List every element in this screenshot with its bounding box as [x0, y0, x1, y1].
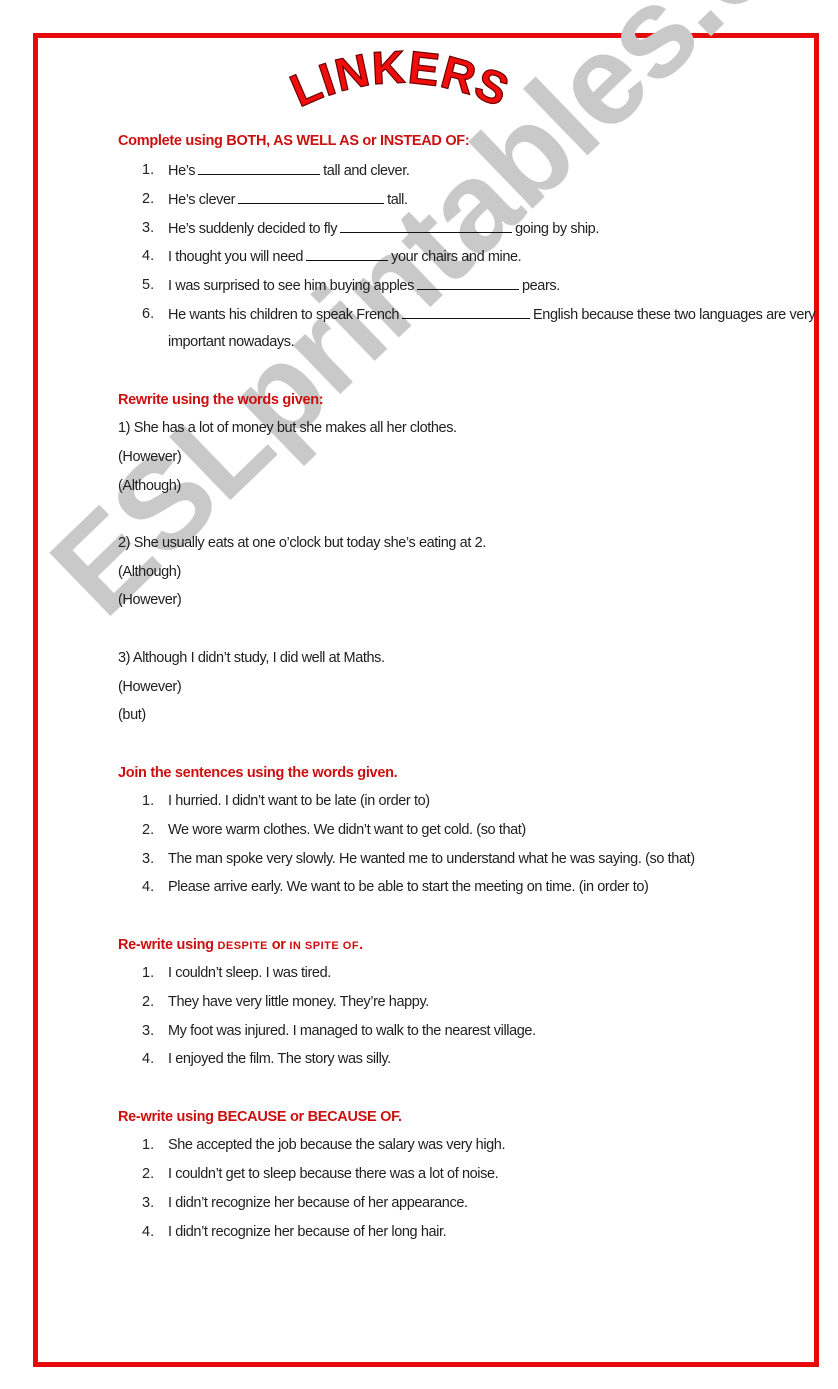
heading-keyword: DESPITE: [217, 940, 269, 952]
item-text: I hurried. I didn’t want to be late (in …: [168, 793, 430, 809]
title-arc: LINKERS: [282, 40, 517, 118]
rewrite-prompt: (Although): [118, 478, 181, 494]
section-heading-join: Join the sentences using the words given…: [118, 765, 398, 781]
item-text: She accepted the job because the salary …: [168, 1137, 506, 1153]
item-number: 1.: [142, 793, 155, 809]
rewrite-prompt: (However): [118, 592, 182, 608]
section-heading-despite: Re-write using DESPITE or IN SPITE OF.: [118, 937, 363, 953]
worksheet-title: LINKERS: [250, 40, 550, 130]
rewrite-sentence: 3) Although I didn’t study, I did well a…: [118, 650, 385, 666]
item-text: My foot was injured. I managed to walk t…: [168, 1023, 536, 1039]
item-text: We wore warm clothes. We didn’t want to …: [168, 822, 526, 838]
answer-blank[interactable]: [402, 306, 531, 319]
answer-blank[interactable]: [340, 220, 513, 233]
item-continuation: important nowadays.: [168, 334, 295, 350]
item-number: 1.: [142, 1137, 155, 1153]
item-text: He’s suddenly decided to fly going by shi…: [168, 220, 599, 237]
heading-keyword: IN SPITE OF: [289, 940, 360, 952]
item-text: I couldn’t sleep. I was tired.: [168, 965, 331, 981]
rewrite-prompt: (but): [118, 707, 146, 723]
item-text: I thought you will need your chairs and m…: [168, 248, 522, 265]
item-text: He’s tall and clever.: [168, 162, 410, 179]
rewrite-prompt: (However): [118, 679, 182, 695]
item-text: I couldn’t get to sleep because there wa…: [168, 1166, 499, 1182]
item-text: Please arrive early. We want to be able …: [168, 879, 649, 895]
item-text: He’s clever tall.: [168, 191, 408, 208]
item-number: 4.: [142, 248, 155, 264]
item-number: 4.: [142, 1051, 155, 1067]
item-text: The man spoke very slowly. He wanted me …: [168, 851, 695, 867]
item-number: 2.: [142, 1166, 155, 1182]
heading-mid: or: [268, 937, 290, 953]
item-number: 5.: [142, 277, 155, 293]
item-number: 1.: [142, 965, 155, 981]
title-text: LINKERS: [283, 40, 517, 116]
section-heading-rewrite: Rewrite using the words given:: [118, 392, 324, 408]
item-text-after: English because these two languages are …: [533, 307, 816, 323]
item-text-after: going by ship.: [515, 221, 599, 237]
item-text-after: pears.: [521, 278, 560, 294]
item-text: I didn’t recognize her because of her lo…: [168, 1224, 447, 1240]
item-number: 3.: [142, 1195, 155, 1211]
rewrite-prompt: (However): [118, 449, 182, 465]
item-number: 2.: [142, 191, 155, 207]
item-text-after: your chairs and mine.: [391, 249, 522, 265]
answer-blank[interactable]: [198, 162, 321, 175]
answer-blank[interactable]: [238, 191, 385, 204]
title-textpath: LINKERS: [282, 40, 517, 118]
item-text-before: I thought you will need: [168, 249, 304, 265]
item-number: 3.: [142, 220, 155, 236]
item-text-before: He’s suddenly decided to fly: [168, 221, 338, 237]
item-text-before: I was surprised to see him buying apples: [168, 278, 414, 294]
item-number: 3.: [142, 851, 155, 867]
item-text-after: tall.: [387, 192, 408, 208]
section-heading-complete: Complete using BOTH, AS WELL AS or INSTE…: [118, 133, 470, 149]
heading-suffix: .: [359, 937, 363, 953]
item-number: 4.: [142, 879, 155, 895]
item-text-before: He’s: [168, 163, 196, 179]
rewrite-prompt: (Although): [118, 564, 181, 580]
item-number: 3.: [142, 1023, 155, 1039]
item-number: 6.: [142, 306, 155, 322]
item-text: He wants his children to speak French Eng…: [168, 306, 816, 323]
item-text: They have very little money. They’re hap…: [168, 994, 429, 1010]
rewrite-sentence: 1) She has a lot of money but she makes …: [118, 420, 457, 436]
section-heading-because: Re-write using BECAUSE or BECAUSE OF.: [118, 1109, 402, 1125]
item-number: 2.: [142, 822, 155, 838]
item-number: 1.: [142, 162, 155, 178]
item-text-before: He wants his children to speak French: [168, 307, 400, 323]
answer-blank[interactable]: [306, 248, 389, 261]
item-text-before: He’s clever: [168, 192, 236, 208]
item-text-after: tall and clever.: [323, 163, 410, 179]
item-number: 2.: [142, 994, 155, 1010]
item-text: I enjoyed the film. The story was silly.: [168, 1051, 391, 1067]
heading-prefix: Re-write using: [118, 937, 218, 953]
item-number: 4.: [142, 1224, 155, 1240]
item-text: I was surprised to see him buying apples…: [168, 277, 560, 294]
item-text: I didn’t recognize her because of her ap…: [168, 1195, 468, 1211]
answer-blank[interactable]: [416, 277, 519, 290]
rewrite-sentence: 2) She usually eats at one o’clock but t…: [118, 535, 486, 551]
